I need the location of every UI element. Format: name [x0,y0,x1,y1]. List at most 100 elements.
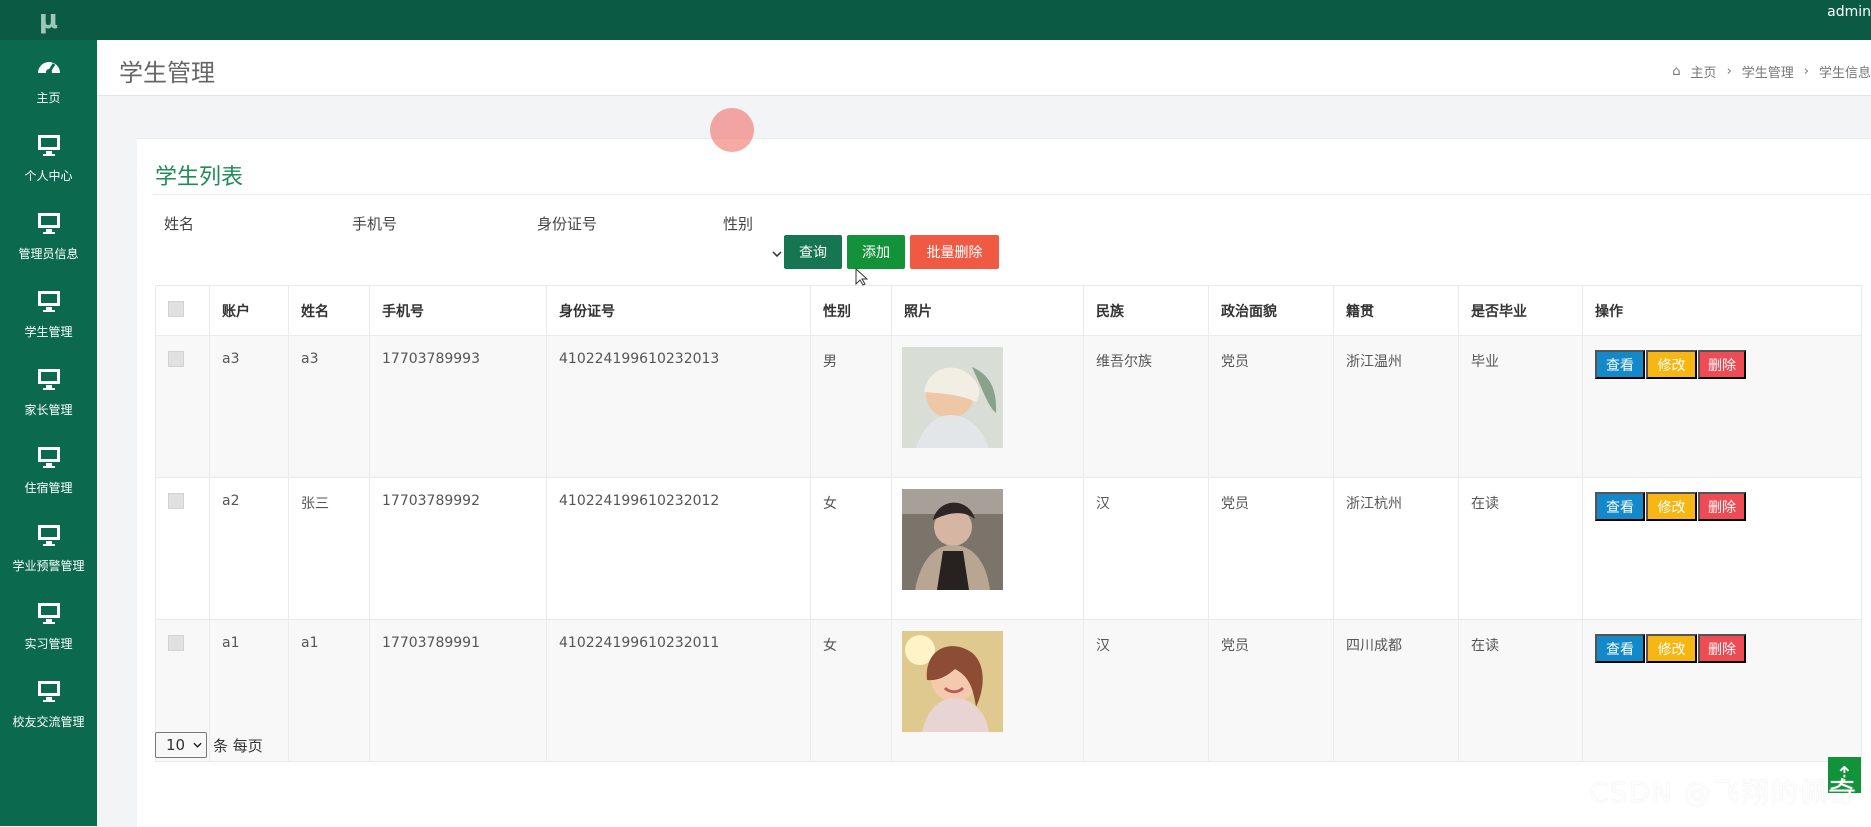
gender-select[interactable] [711,239,786,269]
sidebar-item-home[interactable]: 主页 [0,40,97,118]
ethnicity-header: 民族 [1083,285,1209,336]
select-all-cell[interactable] [155,285,210,336]
graduation-cell: 在读 [1458,477,1583,620]
id-card-header: 身份证号 [546,285,811,336]
political-status-header: 政治面貌 [1208,285,1334,336]
edit-button[interactable]: 修改 [1646,350,1697,379]
row-select-cell[interactable] [155,477,210,620]
delete-button[interactable]: 删除 [1698,492,1746,521]
sidebar-item-label: 实习管理 [24,636,73,651]
row-checkbox[interactable] [168,351,184,367]
row-checkbox[interactable] [168,635,184,651]
monitor-icon [37,290,60,312]
name-filter-label: 姓名 [164,215,195,233]
row-checkbox[interactable] [168,493,184,509]
per-page-select[interactable]: 10 [155,732,207,758]
account-header: 账户 [209,285,289,336]
monitor-icon [37,602,60,624]
chevron-down-icon [772,251,782,257]
monitor-icon [37,680,60,702]
monitor-icon [37,524,60,546]
photo-cell [891,477,1084,620]
page-title: 学生管理 [119,59,215,87]
sidebar-item-admin-info[interactable]: 管理员信息 [0,196,97,274]
phone-header: 手机号 [369,285,547,336]
photo-cell [891,619,1084,762]
view-button[interactable]: 查看 [1595,492,1645,521]
sidebar-item-label: 学业预警管理 [12,558,85,573]
sidebar-item-profile[interactable]: 个人中心 [0,118,97,196]
table-header-row: 账户 姓名 手机号 身份证号 性别 照片 民族 政治面貌 籍贯 是否毕业 操作 [155,285,1862,336]
actions-cell: 查看 修改 删除 [1582,477,1862,620]
add-button[interactable]: 添加 [847,235,905,269]
graduation-cell: 在读 [1458,619,1583,762]
phone-cell: 17703789991 [369,619,547,762]
id-card-filter-label: 身份证号 [537,215,598,233]
native-place-cell: 四川成都 [1333,619,1459,762]
gender-cell: 女 [810,619,892,762]
select-all-checkbox[interactable] [168,300,184,317]
breadcrumb: ⌂ 主页 › 学生管理 › 学生信息 [1672,62,1871,81]
name-cell: a3 [288,335,370,478]
delete-button[interactable]: 删除 [1698,350,1746,379]
sidebar-item-academic-warning[interactable]: 学业预警管理 [0,508,97,586]
actions-cell: 查看 修改 删除 [1582,619,1862,762]
sidebar-item-student-management[interactable]: 学生管理 [0,274,97,352]
gender-cell: 男 [810,335,892,478]
sidebar-item-internship-management[interactable]: 实习管理 [0,586,97,664]
gender-filter-label: 性别 [723,215,754,233]
sidebar-item-accommodation-management[interactable]: 住宿管理 [0,430,97,508]
sidebar-item-parent-management[interactable]: 家长管理 [0,352,97,430]
chevron-right-icon: › [1726,64,1732,79]
table-row: a2 张三 17703789992 410224199610232012 女 汉… [155,477,1862,620]
edit-button[interactable]: 修改 [1646,492,1697,521]
search-button[interactable]: 查询 [784,235,842,269]
student-photo [902,347,1003,448]
gender-header: 性别 [810,285,892,336]
card-title: 学生列表 [155,165,244,190]
name-cell: 张三 [288,477,370,620]
watermark: CSDN @飞翔的佩奇 [1589,776,1857,809]
gender-cell: 女 [810,477,892,620]
sidebar-item-label: 校友交流管理 [12,714,85,729]
id-card-cell: 410224199610232011 [546,619,811,762]
phone-cell: 17703789992 [369,477,547,620]
view-button[interactable]: 查看 [1595,350,1645,379]
monitor-icon [37,368,60,390]
phone-filter-label: 手机号 [352,215,398,233]
name-cell: a1 [288,619,370,762]
breadcrumb-student-management[interactable]: 学生管理 [1742,62,1794,81]
app-logo[interactable]: μ [0,0,97,40]
sidebar-item-label: 管理员信息 [18,246,79,261]
row-select-cell[interactable] [155,335,210,478]
student-list-card: 学生列表 姓名 手机号 身份证号 性别 查询 添加 批量删除 账户 姓名 手机号… [137,138,1871,827]
chevron-down-icon [193,742,202,748]
student-table: 账户 姓名 手机号 身份证号 性别 照片 民族 政治面貌 籍贯 是否毕业 操作 … [155,285,1862,762]
id-card-cell: 410224199610232012 [546,477,811,620]
student-photo [902,489,1003,590]
sidebar-item-label: 住宿管理 [24,480,73,495]
search-divider [153,194,1871,195]
native-place-cell: 浙江杭州 [1333,477,1459,620]
breadcrumb-student-info[interactable]: 学生信息 [1819,62,1871,81]
ethnicity-cell: 维吾尔族 [1083,335,1209,478]
sidebar-item-alumni-exchange[interactable]: 校友交流管理 [0,664,97,742]
edit-button[interactable]: 修改 [1646,634,1697,663]
table-row: a1 a1 17703789991 410224199610232011 女 汉… [155,619,1862,762]
graduation-cell: 毕业 [1458,335,1583,478]
delete-button[interactable]: 删除 [1698,634,1746,663]
account-cell: a2 [209,477,289,620]
graduation-header: 是否毕业 [1458,285,1583,336]
breadcrumb-home[interactable]: 主页 [1691,62,1717,81]
native-place-cell: 浙江温州 [1333,335,1459,478]
table-row: a3 a3 17703789993 410224199610232013 男 维… [155,335,1862,478]
political-status-cell: 党员 [1208,619,1334,762]
sidebar-navigation: 主页 个人中心 管理员信息 学生管理 家长管理 住宿管理 学业预警管理 实习管理… [0,40,97,826]
sidebar-item-label: 主页 [36,90,61,105]
view-button[interactable]: 查看 [1595,634,1645,663]
click-indicator [710,108,754,152]
photo-header: 照片 [891,285,1084,336]
ethnicity-cell: 汉 [1083,477,1209,620]
user-menu[interactable]: admin [1827,4,1871,20]
batch-delete-button[interactable]: 批量删除 [910,235,999,269]
